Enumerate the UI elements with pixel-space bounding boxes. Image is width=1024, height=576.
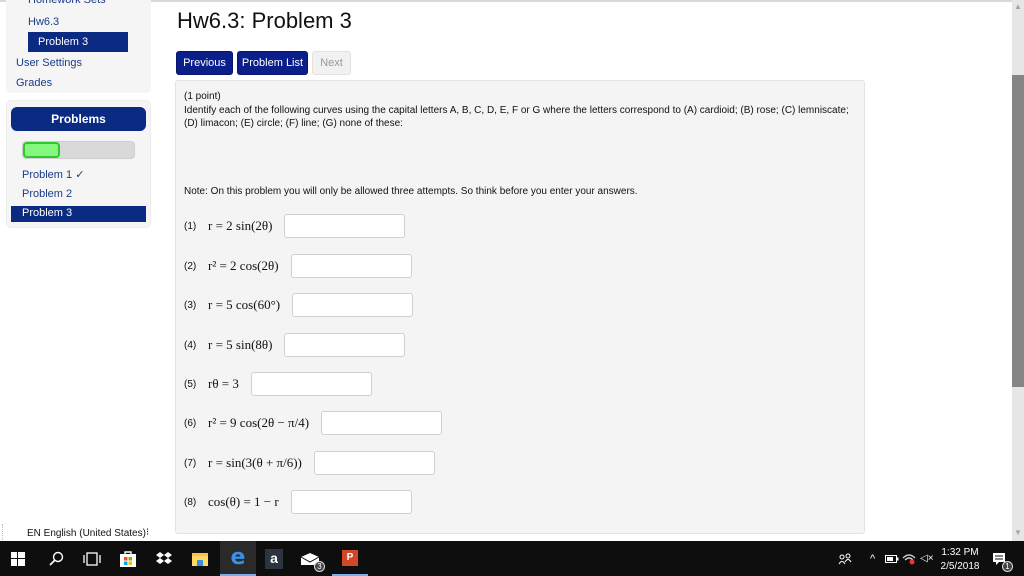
points-label: (1 point) (184, 91, 221, 102)
question-expression: r² = 2 cos(2θ) (208, 258, 279, 273)
instructions-line-1: Identify each of the following curves us… (184, 105, 849, 116)
battery-icon[interactable] (885, 541, 899, 576)
answer-input[interactable] (321, 411, 443, 435)
powerpoint-icon[interactable]: P (332, 541, 368, 576)
language-indicator[interactable]: EN English (United States) (27, 528, 146, 539)
search-icon[interactable] (38, 541, 74, 576)
progress-bar-fill (23, 142, 60, 158)
problem-panel: (1 point) Identify each of the following… (175, 80, 865, 534)
language-options-icon[interactable]: ⁝ (146, 527, 149, 538)
question-row: (5) rθ = 3 (184, 372, 372, 396)
progress-bar (22, 141, 135, 159)
previous-button[interactable]: Previous (176, 51, 233, 75)
answer-input[interactable] (313, 451, 435, 475)
notification-badge: 1 (1002, 561, 1013, 572)
question-number: (1) (184, 220, 197, 232)
question-row: (8) cos(θ) = 1 − r (184, 490, 412, 514)
file-explorer-icon[interactable] (182, 541, 218, 576)
clock-date: 2/5/2018 (940, 561, 980, 572)
question-row: (1) r = 2 sin(2θ) (184, 214, 406, 238)
scrollbar-thumb[interactable] (1012, 75, 1024, 387)
question-row: (3) r = 5 cos(60°) (184, 293, 414, 317)
amazon-icon[interactable]: a (256, 541, 292, 576)
browser-top-border (0, 0, 1012, 2)
question-row: (6) r² = 9 cos(2θ − π/4) (184, 411, 443, 435)
problem-list-item[interactable]: Problem 2 (22, 188, 72, 200)
question-number: (2) (184, 260, 197, 272)
mail-icon[interactable]: 3 (292, 541, 328, 576)
question-number: (3) (184, 299, 197, 311)
problems-panel: Problems Problem 1 ✓ Problem 2 Problem 3 (6, 100, 151, 228)
windows-start-icon[interactable] (0, 541, 36, 576)
answer-input[interactable] (290, 490, 412, 514)
store-icon[interactable] (110, 541, 146, 576)
instructions-line-2: (D) limacon; (E) circle; (F) line; (G) n… (184, 118, 403, 129)
sidebar-link-set[interactable]: Hw6.3 (28, 16, 59, 28)
question-row: (7) r = sin(3(θ + π/6)) (184, 451, 435, 475)
edge-browser-icon[interactable]: e (220, 541, 256, 576)
sidebar-link-user-settings[interactable]: User Settings (16, 57, 82, 69)
show-hidden-icons-icon[interactable]: ^ (870, 541, 875, 576)
question-number: (7) (184, 457, 197, 469)
attempts-note: Note: On this problem you will only be a… (184, 186, 638, 197)
language-bar-handle[interactable] (2, 524, 5, 540)
question-number: (4) (184, 339, 197, 351)
question-number: (8) (184, 496, 197, 508)
vertical-scrollbar[interactable]: ▲ ▼ (1012, 0, 1024, 541)
people-icon[interactable] (838, 541, 852, 576)
question-expression: r = 5 sin(8θ) (208, 337, 273, 352)
answer-input[interactable] (284, 333, 406, 357)
problem-list-button[interactable]: Problem List (237, 51, 308, 75)
scroll-up-icon[interactable]: ▲ (1012, 2, 1024, 14)
question-expression: r² = 9 cos(2θ − π/4) (208, 415, 310, 430)
problem-list-item[interactable]: Problem 1 ✓ (22, 168, 84, 181)
answer-input[interactable] (250, 372, 372, 396)
question-expression: r = 2 sin(2θ) (208, 218, 273, 233)
mail-badge: 3 (314, 561, 325, 572)
task-view-icon[interactable] (74, 541, 110, 576)
scroll-down-icon[interactable]: ▼ (1012, 528, 1024, 540)
volume-muted-icon[interactable]: ◁× (920, 541, 934, 576)
question-row: (4) r = 5 sin(8θ) (184, 333, 406, 357)
clock-time: 1:32 PM (941, 547, 979, 558)
network-icon[interactable] (902, 541, 916, 576)
dropbox-icon[interactable] (146, 541, 182, 576)
question-expression: cos(θ) = 1 − r (208, 494, 279, 509)
answer-input[interactable] (290, 254, 412, 278)
question-expression: r = 5 cos(60°) (208, 297, 281, 312)
question-expression: rθ = 3 (208, 376, 239, 391)
page-title: Hw6.3: Problem 3 (177, 8, 352, 33)
answer-input[interactable] (284, 214, 406, 238)
answer-input[interactable] (292, 293, 414, 317)
question-expression: r = sin(3(θ + π/6)) (208, 455, 302, 470)
sidebar-link-homework-sets[interactable]: Homework Sets (28, 0, 106, 6)
action-center-icon[interactable]: 1 (992, 541, 1013, 576)
sidebar-link-grades[interactable]: Grades (16, 77, 52, 89)
problem-list-item-active[interactable]: Problem 3 (11, 206, 146, 222)
question-row: (2) r² = 2 cos(2θ) (184, 254, 412, 278)
taskbar: e a 3 P ^ ◁× 1:32 PM 2/5/2018 1 (0, 541, 1024, 576)
question-number: (6) (184, 417, 197, 429)
clock[interactable]: 1:32 PM 2/5/2018 (935, 546, 985, 574)
question-number: (5) (184, 378, 197, 390)
next-button[interactable]: Next (312, 51, 351, 75)
sidebar-link-current-problem[interactable]: Problem 3 (28, 32, 128, 52)
problems-header: Problems (11, 107, 146, 131)
